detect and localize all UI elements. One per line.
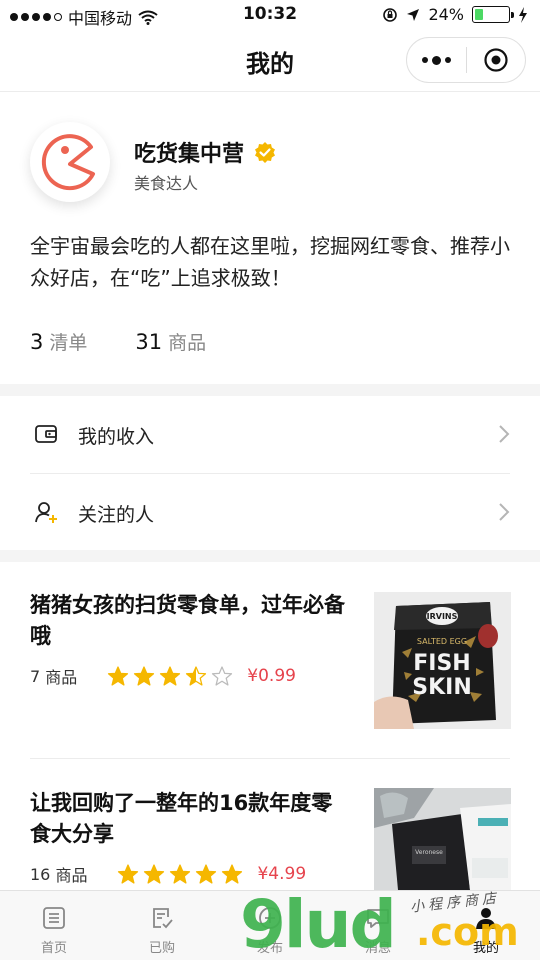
snack-packs-image: Veronese [374,788,511,890]
star-full-icon [160,666,181,686]
stat-lists[interactable]: 3 清单 [30,328,87,355]
stat-label: 商品 [168,332,207,354]
tab-label: 发布 [256,941,283,956]
star-full-icon [134,666,155,686]
profile-section: 吃货集中营 美食达人 全宇宙最会吃的人都在这里啦，挖掘网红零食、推荐小众好店，在… [0,92,540,384]
list-card-thumbnail: Veronese [374,788,511,890]
menu-item-income[interactable]: 我的收入 [0,396,540,474]
close-miniprogram-button[interactable] [467,38,526,82]
tab-profile[interactable]: 我的 [432,891,540,960]
name-row: 吃货集中营 [134,136,276,168]
list-card-meta: 16 商品 ¥4.99 [30,862,306,886]
star-full-icon [222,864,243,884]
stat-products[interactable]: 31 商品 [135,328,206,355]
section-divider [0,550,540,562]
tab-messages[interactable]: 消息 [324,891,432,960]
list-card-count-label: 商品 [55,866,88,885]
menu-item-following[interactable]: 关注的人 [0,474,540,552]
thumb-main-2: SKIN [412,675,472,700]
orientation-lock-icon [383,7,398,22]
thumb-brand: IRVINS [427,612,458,621]
follow-user-icon [35,502,57,523]
location-arrow-icon [407,8,420,21]
tab-home[interactable]: 首页 [0,891,108,960]
stat-value: 3 [30,330,44,354]
battery-icon [472,6,514,23]
list-card-thumbnail: IRVINS SALTED EGG FISH SKIN [374,592,511,729]
thumb-main-1: FISH [413,651,470,676]
menu-item-label: 关注的人 [78,503,155,526]
list-card-count: 16 [30,864,51,884]
battery-percent: 24% [428,5,464,24]
star-full-icon [170,864,191,884]
star-empty-icon [212,666,233,686]
wallet-icon [35,425,57,443]
fish-skin-bag-image: IRVINS SALTED EGG FISH SKIN [374,592,511,729]
menu-item-label: 我的收入 [78,425,155,448]
tab-label: 首页 [40,941,67,956]
avatar[interactable] [30,122,110,202]
profile-bio: 全宇宙最会吃的人都在这里啦，挖掘网红零食、推荐小众好店，在“吃”上追求极致！ [30,234,510,290]
star-half-icon [186,666,207,686]
stat-label: 清单 [49,332,88,354]
section-divider [0,384,540,396]
message-icon [367,909,389,928]
menu-list: 我的收入 关注的人 [0,396,540,552]
list-card-title: 让我回购了一整年的16款年度零食大分享 [30,791,333,846]
tab-label: 我的 [472,941,499,956]
tab-bar: 首页 已购 发布 消息 我的 [0,890,540,960]
miniprogram-capsule [406,37,526,83]
star-rating [117,864,243,884]
more-dots-icon [421,55,451,65]
chevron-right-icon [499,503,510,521]
nav-bar: 我的 [0,30,540,92]
publish-icon [259,907,281,929]
stat-value: 31 [135,330,163,354]
star-full-icon [118,864,139,884]
thumb-subtitle: SALTED EGG [417,637,467,646]
target-close-icon [484,48,508,72]
status-bar: 中国移动 10:32 24% [0,0,540,30]
thumb-brand: Veronese [415,849,443,856]
home-list-icon [43,907,65,929]
charging-bolt-icon [519,6,527,23]
more-button[interactable] [407,38,466,82]
profile-name: 吃货集中营 [134,142,245,167]
tab-label: 已购 [148,941,175,956]
pacman-logo-icon [41,134,95,191]
list-card-meta: 7 商品 ¥0.99 [30,664,296,688]
list-card-count-label: 商品 [45,668,78,687]
status-right: 24% [382,5,528,24]
tab-label: 消息 [364,941,391,956]
profile-stats: 3 清单 31 商品 [30,328,206,355]
list-card-price: ¥0.99 [247,666,296,686]
star-full-icon [196,864,217,884]
list-card-count: 7 [30,666,41,686]
star-rating [107,666,233,686]
profile-icon [476,908,496,929]
chevron-right-icon [499,425,510,443]
verified-badge-icon [255,142,276,163]
tab-purchased[interactable]: 已购 [108,891,216,960]
star-full-icon [144,864,165,884]
list-card-price: ¥4.99 [257,864,307,884]
purchased-icon [153,908,173,929]
tab-publish[interactable]: 发布 [216,891,324,960]
profile-subtitle: 美食达人 [134,174,199,193]
list-card-title: 猪猪女孩的扫货零食单，过年必备哦 [30,593,345,648]
star-full-icon [108,666,129,686]
card-divider [30,758,510,759]
